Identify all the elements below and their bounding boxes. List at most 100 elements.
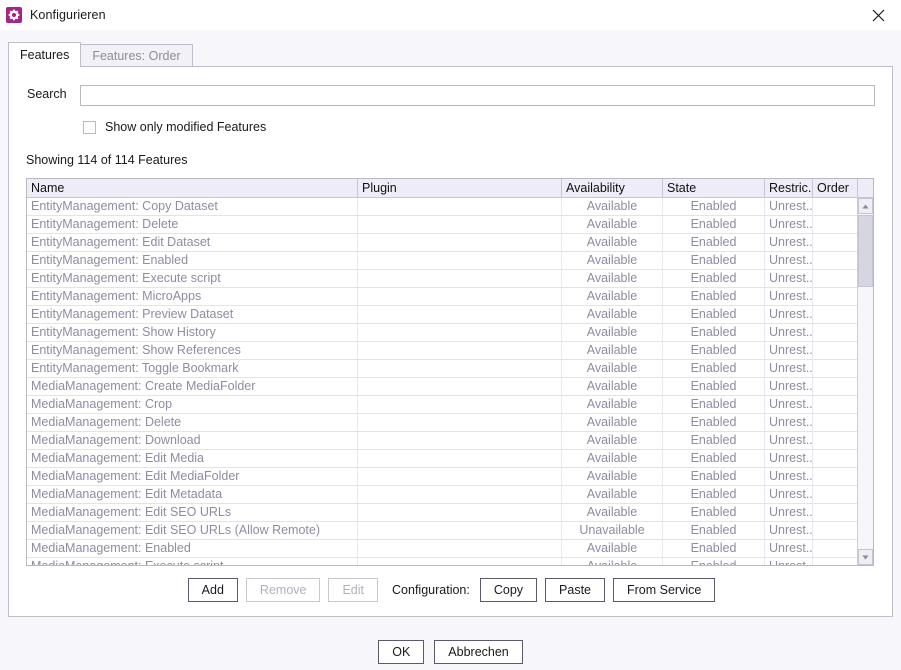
cell-name: MediaManagement: Edit MediaFolder — [27, 468, 358, 485]
table-row[interactable]: EntityManagement: Delete Available Enabled… — [27, 216, 873, 234]
paste-button[interactable]: Paste — [545, 578, 605, 602]
cell-order — [813, 540, 858, 557]
tab-features[interactable]: Features — [8, 42, 82, 67]
cell-availability: Available — [562, 396, 663, 413]
cell-state: Enabled — [663, 540, 765, 557]
cell-restriction: Unrest... — [765, 324, 813, 341]
cell-order — [813, 504, 858, 521]
search-label: Search — [27, 87, 67, 101]
cell-restriction: Unrest... — [765, 288, 813, 305]
table-row[interactable]: MediaManagement: Delete Available Enabled U… — [27, 414, 873, 432]
column-header-plugin[interactable]: Plugin — [358, 179, 562, 197]
dialog-footer: OK Abbrechen — [0, 625, 901, 670]
table-row[interactable]: MediaManagement: Edit SEO URLs (Allow Re… — [27, 522, 873, 540]
cell-restriction: Unrest... — [765, 468, 813, 485]
column-header-restriction[interactable]: Restric... — [765, 179, 813, 197]
column-header-state[interactable]: State — [663, 179, 765, 197]
cell-order — [813, 522, 858, 539]
table-row[interactable]: MediaManagement: Enabled Available Enabled… — [27, 540, 873, 558]
cell-order — [813, 324, 858, 341]
cell-availability: Available — [562, 270, 663, 287]
table-row[interactable]: EntityManagement: Edit Dataset Available E… — [27, 234, 873, 252]
column-header-availability[interactable]: Availability — [562, 179, 663, 197]
close-icon[interactable] — [855, 0, 901, 30]
show-modified-row[interactable]: Show only modified Features — [83, 120, 266, 134]
show-modified-label: Show only modified Features — [105, 120, 267, 134]
scroll-up-arrow-icon[interactable] — [858, 198, 873, 214]
cell-availability: Unavailable — [562, 522, 663, 539]
tab-features-order-label: Features: Order — [92, 49, 181, 63]
cell-name: MediaManagement: Edit Metadata — [27, 486, 358, 503]
cell-availability: Available — [562, 252, 663, 269]
cell-availability: Available — [562, 486, 663, 503]
search-input[interactable] — [80, 85, 875, 106]
tab-features-order[interactable]: Features: Order — [80, 44, 193, 67]
column-header-order[interactable]: Order — [813, 179, 858, 197]
cell-availability: Available — [562, 360, 663, 377]
table-row[interactable]: EntityManagement: Copy Dataset Available E… — [27, 198, 873, 216]
cell-plugin — [358, 450, 562, 467]
ok-button[interactable]: OK — [378, 640, 425, 664]
table-row[interactable]: MediaManagement: Edit MediaFolder Availab… — [27, 468, 873, 486]
gear-icon — [6, 7, 22, 23]
cell-order — [813, 432, 858, 449]
cell-state: Enabled — [663, 288, 765, 305]
cell-plugin — [358, 360, 562, 377]
cell-restriction: Unrest... — [765, 216, 813, 233]
show-modified-checkbox[interactable] — [83, 120, 96, 134]
configure-dialog: Konfigurieren Features Features: Order S… — [0, 0, 901, 670]
table-row[interactable]: MediaManagement: Edit Media Available Enab… — [27, 450, 873, 468]
table-row[interactable]: MediaManagement: Download Available Enable… — [27, 432, 873, 450]
cell-restriction: Unrest... — [765, 342, 813, 359]
cell-restriction: Unrest... — [765, 432, 813, 449]
copy-button[interactable]: Copy — [479, 578, 538, 602]
table-header-row: Name Plugin Availability State Restric..… — [27, 179, 873, 198]
table-row[interactable]: EntityManagement: Show History Available E… — [27, 324, 873, 342]
features-panel: Search Show only modified Features Showi… — [8, 66, 893, 617]
table-row[interactable]: EntityManagement: Preview Dataset Availab… — [27, 306, 873, 324]
configuration-label: Configuration: — [392, 583, 470, 597]
cell-restriction: Unrest... — [765, 540, 813, 557]
table-row[interactable]: MediaManagement: Edit SEO URLs Available E… — [27, 504, 873, 522]
cell-state: Enabled — [663, 432, 765, 449]
cell-state: Enabled — [663, 252, 765, 269]
from-service-button[interactable]: From Service — [613, 578, 716, 602]
table-row[interactable]: EntityManagement: Toggle Bookmark Availab… — [27, 360, 873, 378]
vertical-scrollbar[interactable] — [857, 198, 873, 565]
cell-state: Enabled — [663, 522, 765, 539]
cell-state: Enabled — [663, 270, 765, 287]
cell-order — [813, 396, 858, 413]
add-button[interactable]: Add — [187, 578, 238, 602]
cell-name: MediaManagement: Create MediaFolder — [27, 378, 358, 395]
cell-plugin — [358, 504, 562, 521]
table-row[interactable]: MediaManagement: Crop Available Enabled Unr… — [27, 396, 873, 414]
column-header-name[interactable]: Name — [27, 179, 358, 197]
cell-order — [813, 216, 858, 233]
cell-plugin — [358, 522, 562, 539]
table-row[interactable]: MediaManagement: Execute script Available… — [27, 558, 873, 565]
cell-order — [813, 234, 858, 251]
table-row[interactable]: EntityManagement: MicroApps Available Enab… — [27, 288, 873, 306]
table-body: EntityManagement: Copy Dataset Available E… — [27, 198, 873, 565]
cell-plugin — [358, 252, 562, 269]
scrollbar-thumb[interactable] — [858, 215, 873, 287]
table-row[interactable]: MediaManagement: Edit Metadata Available E… — [27, 486, 873, 504]
cell-name: MediaManagement: Download — [27, 432, 358, 449]
title-bar: Konfigurieren — [0, 0, 901, 30]
cell-state: Enabled — [663, 306, 765, 323]
table-row[interactable]: MediaManagement: Create MediaFolder Avail… — [27, 378, 873, 396]
cancel-button[interactable]: Abbrechen — [434, 640, 523, 664]
window-title: Konfigurieren — [30, 8, 106, 22]
table-row[interactable]: EntityManagement: Enabled Available Enable… — [27, 252, 873, 270]
tab-features-label: Features — [20, 48, 70, 62]
scroll-down-arrow-icon[interactable] — [858, 549, 873, 565]
cell-restriction: Unrest... — [765, 396, 813, 413]
cell-order — [813, 306, 858, 323]
cell-plugin — [358, 378, 562, 395]
edit-button: Edit — [328, 578, 379, 602]
cell-plugin — [358, 324, 562, 341]
cell-order — [813, 288, 858, 305]
table-row[interactable]: EntityManagement: Show References Availab… — [27, 342, 873, 360]
table-row[interactable]: EntityManagement: Execute script Availabl… — [27, 270, 873, 288]
action-bar: Add Remove Edit Configuration: Copy Past… — [9, 575, 894, 605]
